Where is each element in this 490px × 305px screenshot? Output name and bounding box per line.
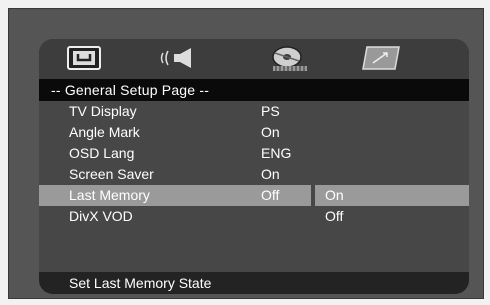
- setting-row-screen-saver[interactable]: Screen Saver On: [39, 164, 469, 185]
- setting-label: Angle Mark: [69, 124, 140, 140]
- page-title: -- General Setup Page --: [39, 79, 469, 101]
- settings-list: TV Display PS Angle Mark On OSD Lang ENG…: [39, 101, 469, 272]
- setting-label: DivX VOD: [69, 208, 133, 224]
- general-setup-icon[interactable]: [67, 45, 101, 71]
- setting-value: On: [261, 166, 280, 182]
- setting-value: ENG: [261, 145, 292, 161]
- audio-speaker-icon[interactable]: [159, 45, 203, 71]
- setting-label: OSD Lang: [69, 145, 135, 161]
- submenu-option-on[interactable]: On: [315, 185, 469, 206]
- video-disc-icon[interactable]: [267, 45, 311, 71]
- setting-row-last-memory[interactable]: Last Memory Off: [39, 185, 311, 206]
- setting-label: Last Memory: [69, 187, 150, 203]
- preferences-icon[interactable]: [361, 45, 401, 71]
- setting-value: Off: [261, 187, 280, 203]
- setting-value: On: [261, 124, 280, 140]
- setup-tab-bar: [39, 39, 469, 79]
- setting-label: Screen Saver: [69, 166, 154, 182]
- tv-screen-frame: -- General Setup Page -- TV Display PS A…: [8, 8, 484, 299]
- setting-row-angle-mark[interactable]: Angle Mark On: [39, 122, 469, 143]
- setup-menu-panel: -- General Setup Page -- TV Display PS A…: [39, 39, 469, 294]
- submenu-option-off[interactable]: Off: [325, 206, 343, 227]
- setting-row-osd-lang[interactable]: OSD Lang ENG: [39, 143, 469, 164]
- setting-value: PS: [261, 103, 280, 119]
- setting-row-divx-vod[interactable]: DivX VOD: [39, 206, 469, 227]
- status-help-text: Set Last Memory State: [39, 272, 469, 294]
- setting-label: TV Display: [69, 103, 137, 119]
- setting-row-tv-display[interactable]: TV Display PS: [39, 101, 469, 122]
